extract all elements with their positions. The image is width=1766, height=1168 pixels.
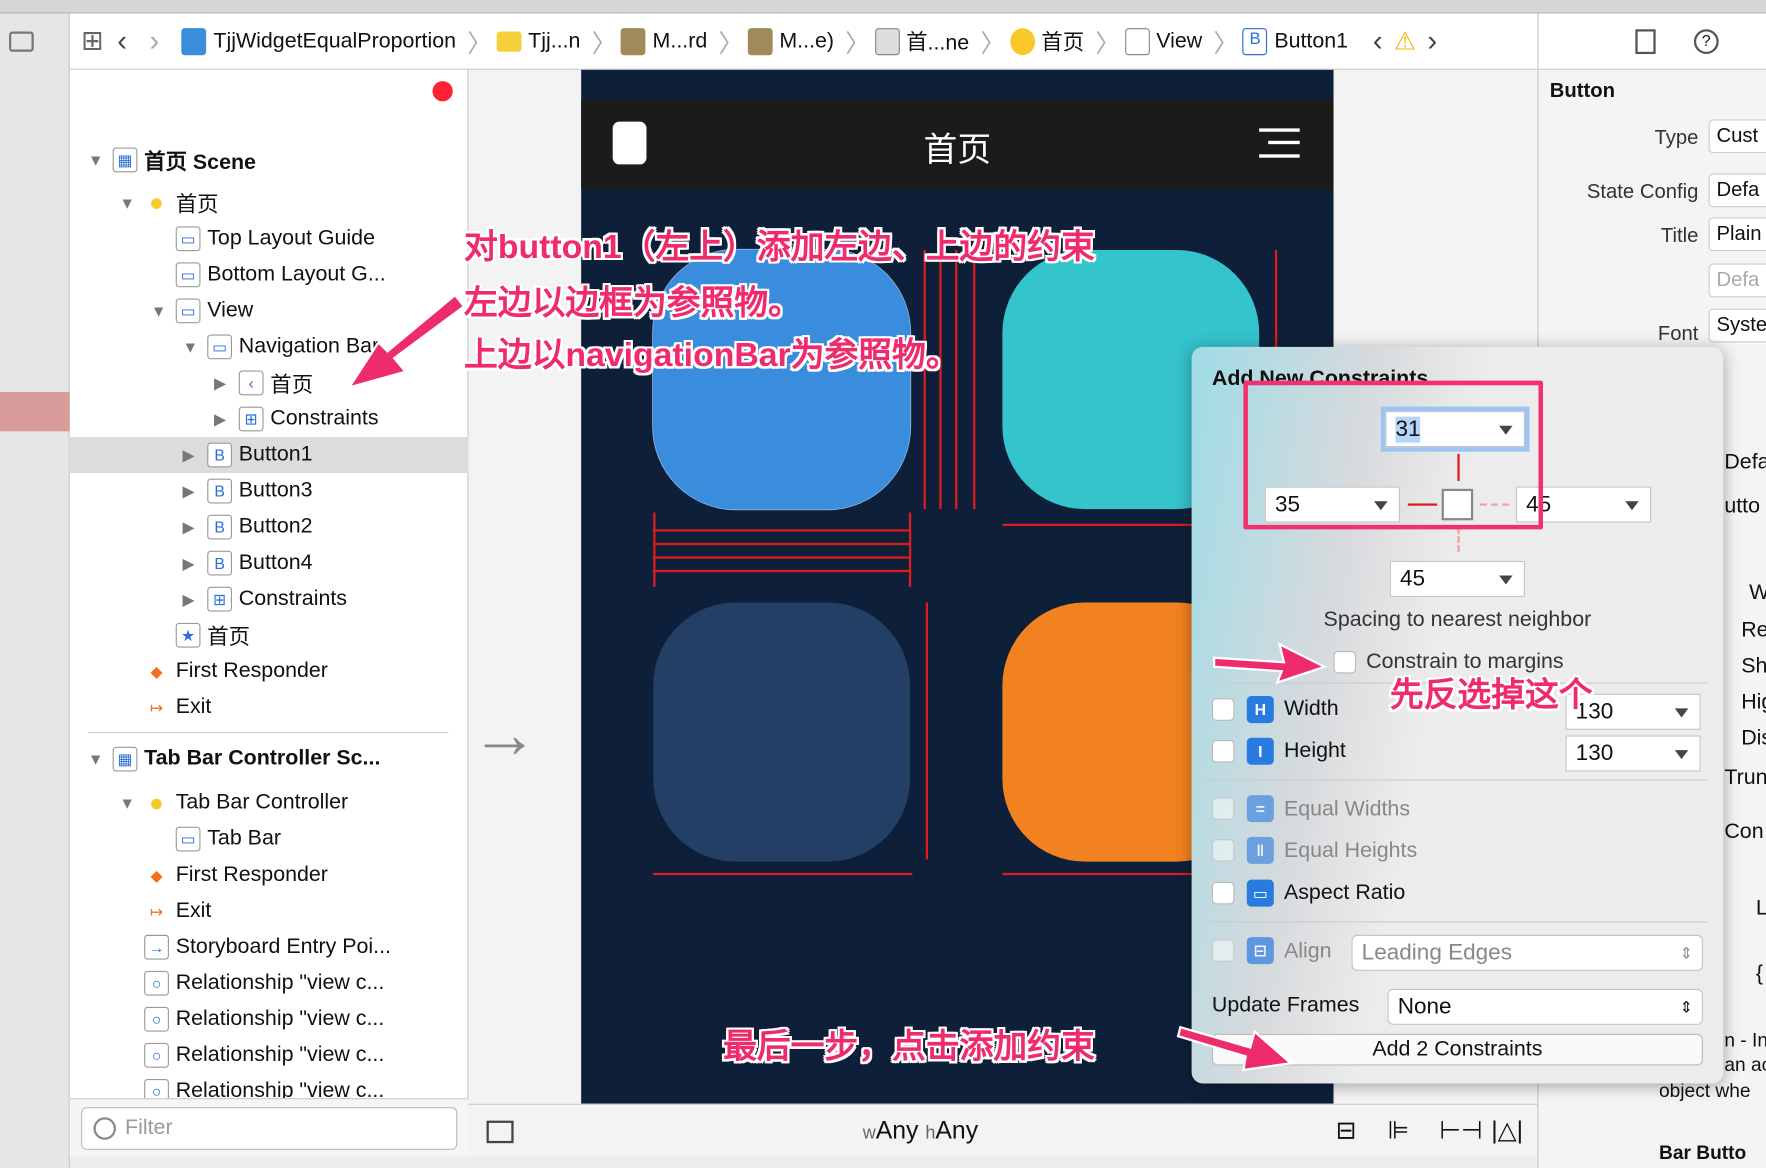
annotation-arrows	[346, 293, 1328, 1072]
arrow-icon	[346, 293, 466, 390]
arrow-icon	[1213, 642, 1328, 685]
arrow-icon	[1176, 1025, 1294, 1072]
